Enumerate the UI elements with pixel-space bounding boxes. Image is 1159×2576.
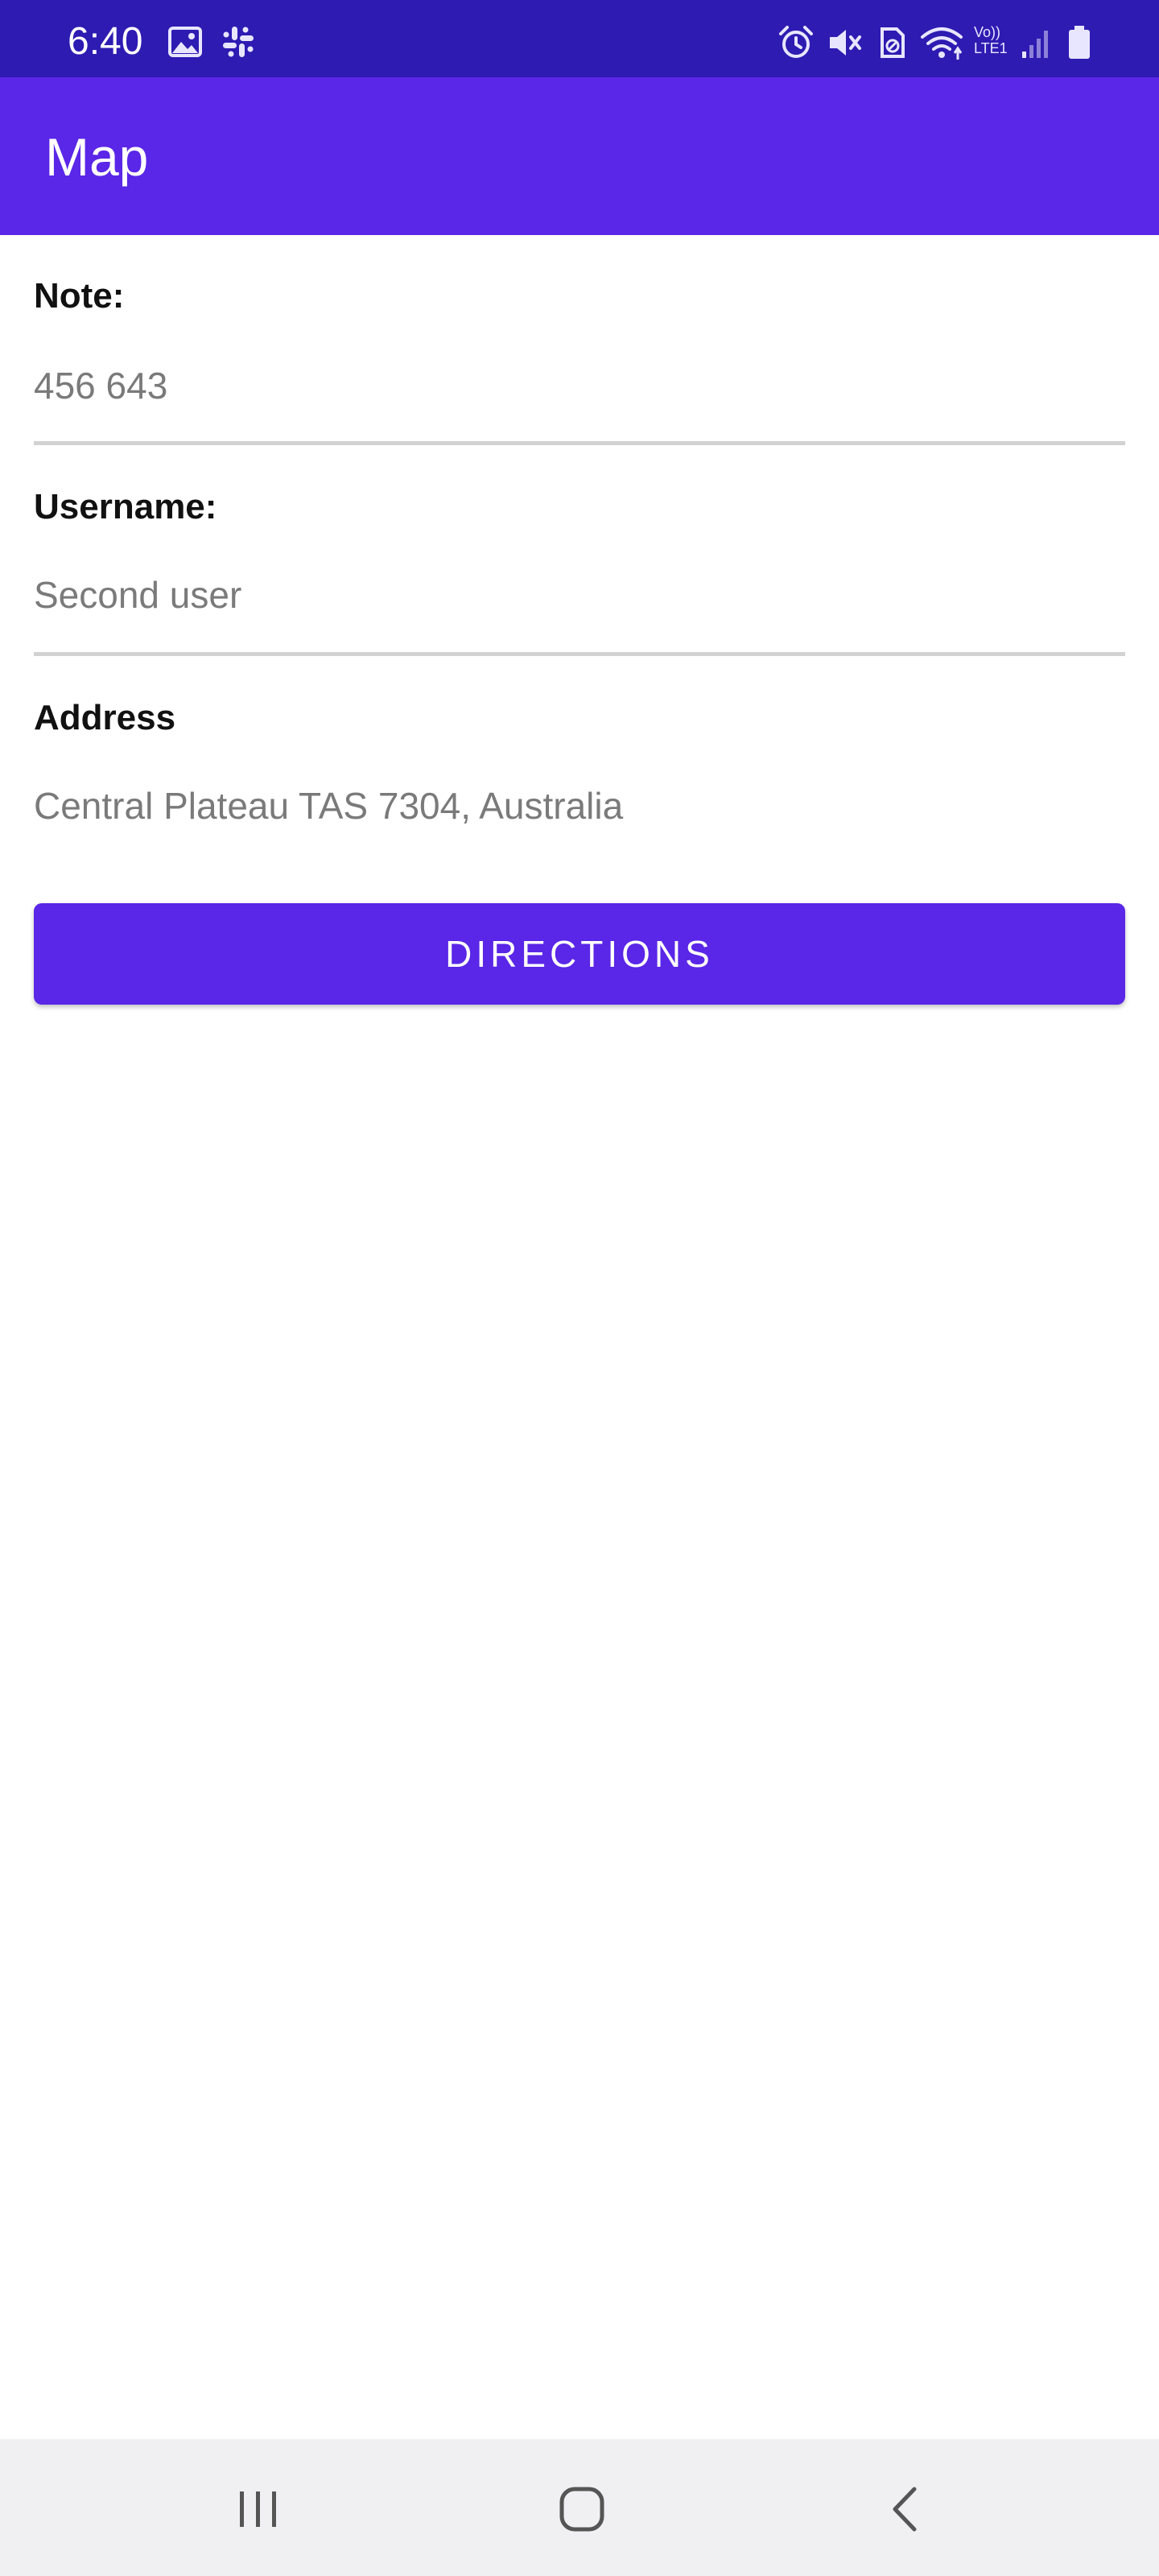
status-time: 6:40: [68, 20, 143, 63]
image-icon: [167, 24, 203, 61]
address-label: Address: [34, 698, 176, 737]
status-bar: 6:40 Vo)) LTE1: [0, 0, 1159, 77]
address-value: Central Plateau TAS 7304, Australia: [34, 785, 624, 827]
mute-icon: [826, 24, 863, 61]
note-label: Note:: [34, 276, 125, 316]
battery-icon: [1066, 24, 1093, 61]
slack-icon: [221, 24, 256, 61]
note-value[interactable]: 456 643: [34, 364, 167, 407]
volte-icon: Vo)) LTE1: [974, 24, 1017, 61]
directions-button[interactable]: DIRECTIONS: [34, 903, 1125, 1005]
recent-apps-icon[interactable]: [222, 2473, 295, 2545]
navigation-bar: [0, 2439, 1159, 2576]
signal-icon: [1021, 24, 1053, 61]
alarm-icon: [777, 24, 815, 61]
volte-bottom-label: LTE1: [974, 40, 1008, 56]
username-value[interactable]: Second user: [34, 573, 241, 617]
note-divider: [34, 441, 1125, 445]
username-divider: [34, 652, 1125, 656]
app-bar: Map: [0, 77, 1159, 235]
home-icon[interactable]: [546, 2473, 618, 2545]
username-label: Username:: [34, 487, 217, 526]
page-title: Map: [45, 127, 149, 187]
back-icon[interactable]: [869, 2473, 942, 2545]
wifi-icon: [919, 24, 964, 61]
data-saver-icon: [876, 24, 908, 61]
volte-top-label: Vo)): [974, 24, 1001, 40]
